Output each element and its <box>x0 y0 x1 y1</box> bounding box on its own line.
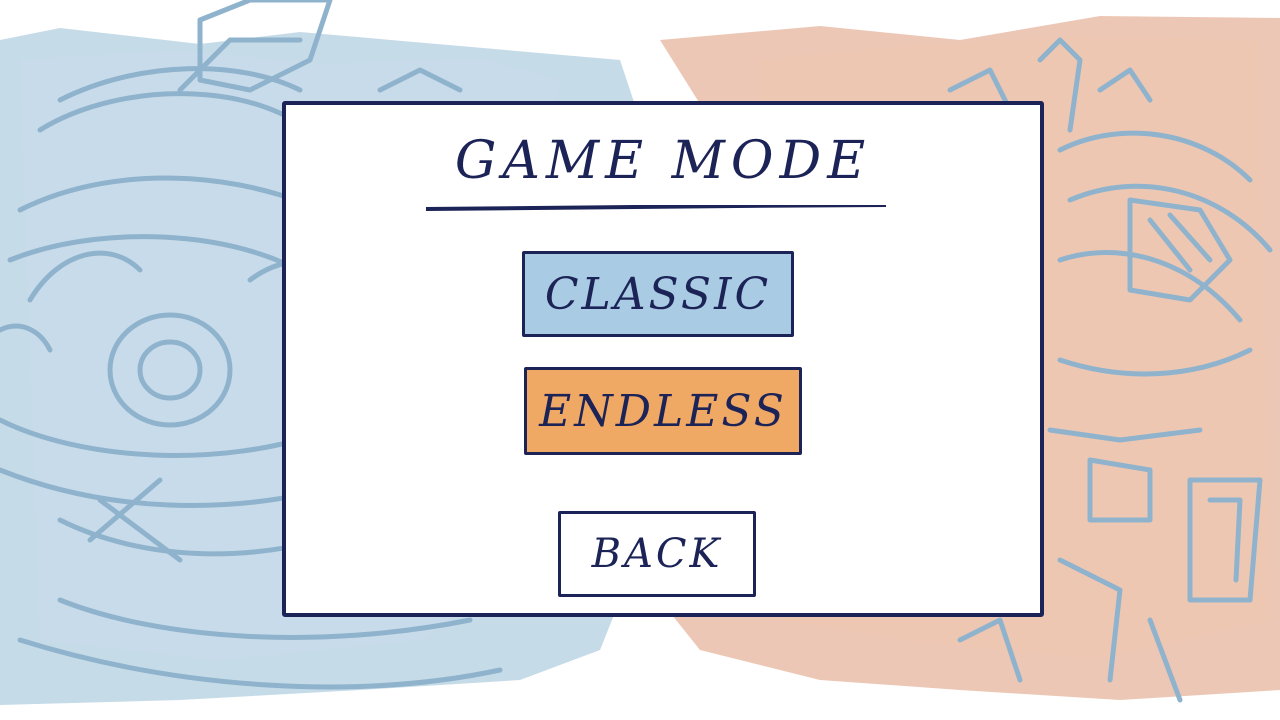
classic-button-label: CLASSIC <box>544 268 772 320</box>
back-button[interactable]: BACK <box>558 511 756 597</box>
dialog-title: GAME MODE <box>454 131 872 191</box>
back-button-label: BACK <box>591 531 723 577</box>
classic-mode-button[interactable]: CLASSIC <box>522 251 794 337</box>
game-mode-screen: GAME MODE CLASSIC ENDLESS BACK <box>0 0 1280 720</box>
endless-mode-button[interactable]: ENDLESS <box>524 367 802 455</box>
game-mode-dialog: GAME MODE CLASSIC ENDLESS BACK <box>282 101 1044 617</box>
endless-button-label: ENDLESS <box>539 385 787 437</box>
title-underline <box>426 205 886 211</box>
